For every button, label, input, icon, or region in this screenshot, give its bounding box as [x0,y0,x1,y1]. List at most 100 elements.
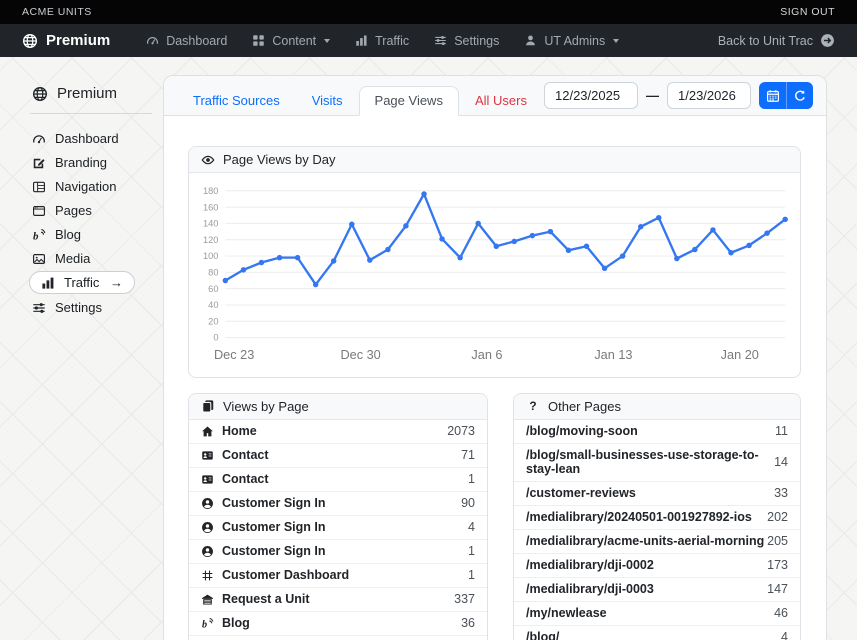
svg-text:Jan 6: Jan 6 [471,347,502,362]
tab-traffic-sources[interactable]: Traffic Sources [177,86,296,116]
sidebar-item-media[interactable]: Media [30,247,164,270]
views-by-page-card: Views by Page Home 2073 Contact 71 Conta… [188,393,488,640]
tab-page-views[interactable]: Page Views [359,86,459,116]
page-path: /blog/small-businesses-use-storage-to-st… [526,448,774,476]
svg-text:120: 120 [203,235,219,245]
grid-icon [252,34,265,47]
tab-all-users[interactable]: All Users [459,86,543,116]
row-value: 4 [781,630,788,640]
svg-text:b: b [33,230,39,241]
table-row: Home 2073 [189,420,487,444]
navbar-item-settings[interactable]: Settings [434,34,499,48]
svg-text:60: 60 [208,284,218,294]
table-row: Customer Sign In 90 [189,492,487,516]
svg-text:Dec 30: Dec 30 [340,347,380,362]
sidebar: Premium Dashboard Branding Navigation Pa… [30,85,164,320]
page-path: /blog/ [526,630,559,640]
sliders-icon [434,34,447,47]
navbar-item-dashboard[interactable]: Dashboard [146,34,227,48]
sliders-icon [32,301,46,315]
table-row: /my/newlease 46 [514,602,800,626]
tab-content: Page Views by Day 0204060801001201401601… [164,116,826,640]
caret-down-icon [613,39,619,43]
person-circle-icon [201,521,214,534]
refresh-icon [793,89,807,103]
page-path: /medialibrary/20240501-001927892-ios [526,510,752,524]
svg-text:Jan 13: Jan 13 [594,347,632,362]
sidebar-divider [30,113,152,114]
navbar-brand[interactable]: Premium [22,32,110,49]
refresh-button[interactable] [786,82,813,109]
svg-text:40: 40 [208,300,218,310]
back-to-unit-trac-link[interactable]: Back to Unit Trac [718,33,835,48]
table-row: /medialibrary/20240501-001927892-ios 202 [514,506,800,530]
sign-out-link[interactable]: SIGN OUT [780,6,835,18]
sidebar-item-blog[interactable]: bBlog [30,223,164,246]
branding-icon [32,156,46,170]
content-header: Traffic Sources Visits Page Views All Us… [164,76,826,116]
sidebar-item-dashboard[interactable]: Dashboard [30,127,164,150]
topbar: ACME UNITS SIGN OUT [0,0,857,24]
table-row: Contact 71 [189,444,487,468]
question-icon: ? [526,399,540,413]
page-path: /medialibrary/acme-units-aerial-morning [526,534,764,548]
person-circle-icon [201,545,214,558]
table-row: Customer Sign In 4 [189,516,487,540]
svg-text:Dec 23: Dec 23 [214,347,254,362]
svg-text:20: 20 [208,316,218,326]
navbar-item-traffic[interactable]: Traffic [355,34,409,48]
table-row: Contact 1 [189,468,487,492]
table-row: Request a Unit 337 [189,588,487,612]
svg-text:140: 140 [203,219,219,229]
sidebar-item-navigation[interactable]: Navigation [30,175,164,198]
tab-visits[interactable]: Visits [296,86,359,116]
page-path: /my/newlease [526,606,607,620]
calendar-button[interactable] [759,82,786,109]
speedometer-icon [146,34,159,47]
table-row: /medialibrary/acme-units-aerial-morning … [514,530,800,554]
row-value: 147 [767,582,788,596]
lists-grid: Views by Page Home 2073 Contact 71 Conta… [188,393,801,640]
sidebar-item-traffic[interactable]: Traffic→ [29,271,135,294]
navbar-item-ut-admins[interactable]: UT Admins [524,34,619,48]
person-circle-icon [201,497,214,510]
end-date-input[interactable] [667,82,751,109]
sidebar-item-branding[interactable]: Branding [30,151,164,174]
row-value: 46 [774,606,788,620]
views-by-page-header: Views by Page [189,394,487,420]
table-row: /blog/ 4 [514,626,800,640]
chart-area: 020406080100120140160180Dec 23Dec 30Jan … [189,173,800,377]
table-row: /blog/moving-soon 11 [514,420,800,444]
svg-text:80: 80 [208,267,218,277]
app-brand: ACME UNITS [22,6,92,18]
svg-text:160: 160 [203,202,219,212]
page-path: /medialibrary/dji-0003 [526,582,654,596]
page-path: /customer-reviews [526,486,636,500]
content-card: Traffic Sources Visits Page Views All Us… [163,75,827,640]
views-by-page-title: Views by Page [223,399,309,414]
svg-text:Jan 20: Jan 20 [721,347,759,362]
back-link-label: Back to Unit Trac [718,34,813,48]
sidebar-brand: Premium [30,85,164,102]
row-value: 1 [468,568,475,582]
start-date-input[interactable] [544,82,638,109]
sidebar-item-settings[interactable]: Settings [30,296,164,319]
date-range-controls: — [544,82,813,109]
navbar-item-content[interactable]: Content [252,34,330,48]
blog-icon: b [32,228,46,242]
globe-icon [22,33,38,49]
caret-down-icon [324,39,330,43]
chart-card-header: Page Views by Day [189,147,800,173]
svg-text:?: ? [529,399,536,413]
row-value: 337 [454,592,475,606]
other-pages-list: /blog/moving-soon 11 /blog/small-busines… [514,420,800,640]
eye-icon [201,153,215,167]
table-row: Customer Dashboard 1 [189,564,487,588]
main-area: Premium Dashboard Branding Navigation Pa… [0,57,857,640]
row-value: 1 [468,544,475,558]
svg-text:100: 100 [203,251,219,261]
sidebar-item-pages[interactable]: Pages [30,199,164,222]
navbar-items: Dashboard Content Traffic Settings UT Ad… [146,34,619,48]
row-value: 202 [767,510,788,524]
globe-icon [32,86,48,102]
